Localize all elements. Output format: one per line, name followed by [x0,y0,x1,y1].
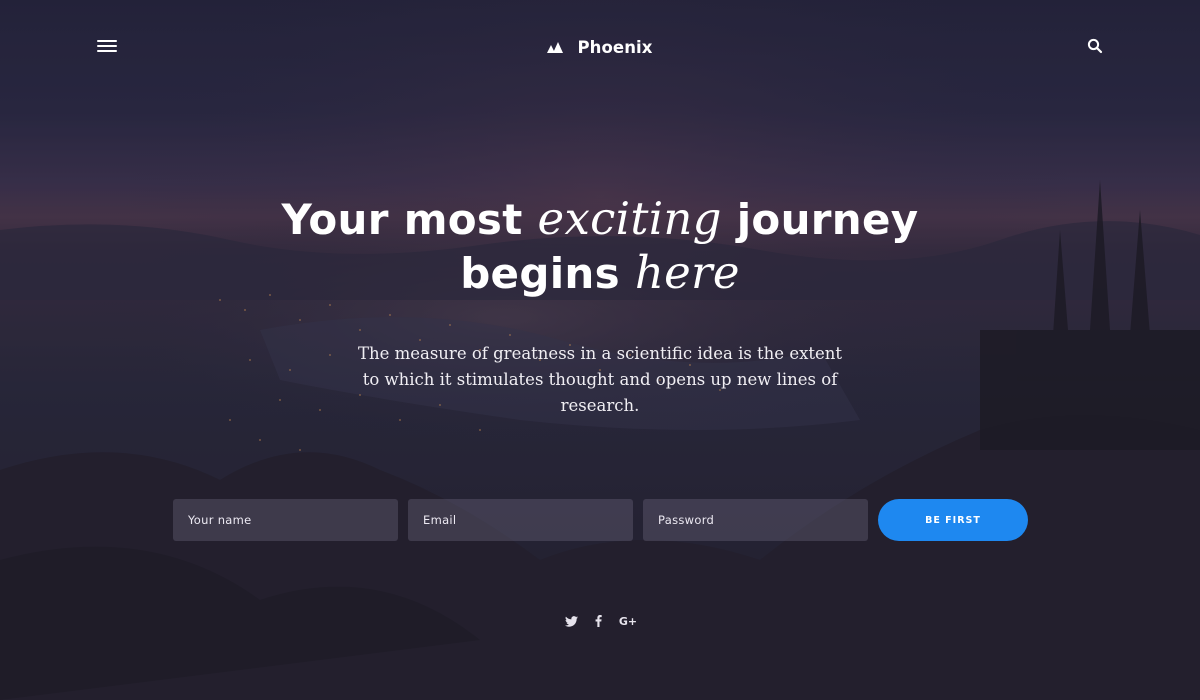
hero-subtitle: The measure of greatness in a scientific… [357,344,843,415]
headline-text: begins [460,249,635,298]
brand[interactable]: Phoenix [0,36,1200,58]
twitter-icon[interactable] [562,612,580,630]
name-input[interactable] [173,499,398,541]
social-links: G+ [0,612,1200,630]
facebook-icon[interactable] [591,612,605,630]
headline-emphasis: here [634,246,740,299]
mountain-peaks-icon [547,41,564,53]
search-icon[interactable] [1087,38,1103,54]
hero-headline: Your most exciting journey begins here [0,192,1200,300]
google-plus-icon[interactable]: G+ [617,612,639,630]
brand-name: Phoenix [577,37,653,57]
password-input[interactable] [643,499,868,541]
headline-text: Your most [281,195,538,244]
google-plus-text: G+ [618,614,638,628]
email-input[interactable] [408,499,633,541]
headline-emphasis: exciting [537,192,722,245]
be-first-button[interactable]: BE FIRST [878,499,1028,541]
headline-text: journey [721,195,919,244]
